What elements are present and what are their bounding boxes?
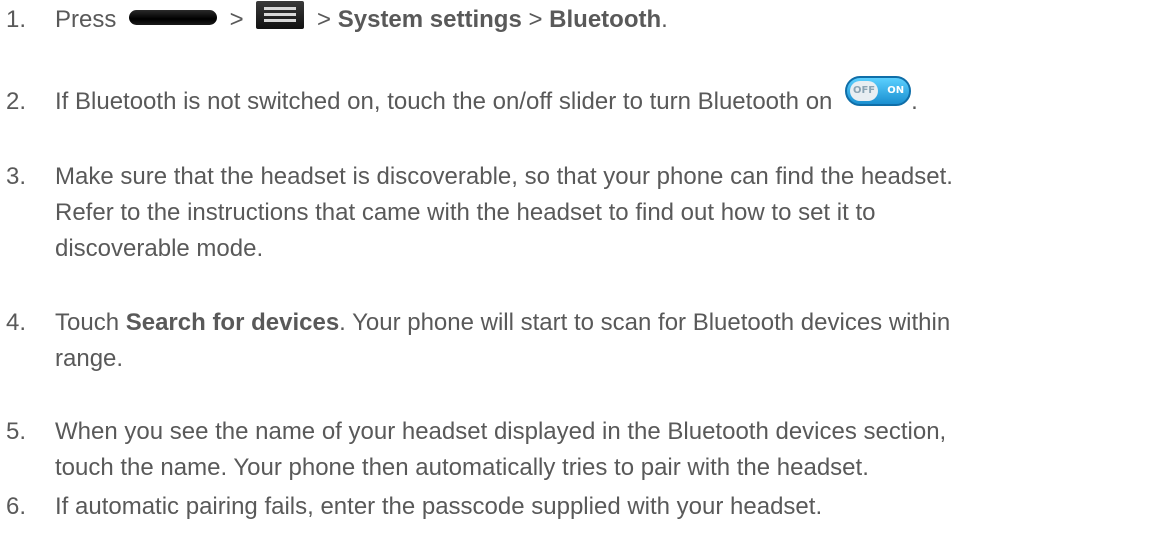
press-text: Press (55, 6, 124, 33)
step-text: If Bluetooth is not switched on, touch t… (55, 75, 1152, 120)
step-3: 3. Make sure that the headset is discove… (6, 159, 1152, 267)
separator: > (521, 6, 550, 33)
step-4: 4. Touch Search for devices. Your phone … (6, 305, 1152, 377)
on-off-slider-icon: OFF ON (845, 75, 912, 106)
bluetooth-label: Bluetooth (549, 6, 662, 33)
step-number: 6. (6, 493, 27, 520)
step-number: 5. (6, 418, 27, 445)
toggle-on-label: ON (887, 84, 905, 96)
search-for-devices-label: Search for devices (125, 309, 340, 336)
step-1: 1. Press > > System settings > Bluetooth… (6, 0, 1152, 38)
step-text: When you see the name of your headset di… (55, 418, 947, 481)
menu-key-icon (256, 0, 305, 29)
step-4-pre: Touch (55, 309, 126, 336)
separator: > (310, 6, 338, 33)
step-5: 5. When you see the name of your headset… (6, 414, 1152, 486)
step-2: 2. If Bluetooth is not switched on, touc… (6, 75, 1152, 120)
separator: > (223, 6, 251, 33)
period: . (661, 6, 668, 33)
toggle-off-label: OFF (850, 80, 879, 101)
instruction-steps: 1. Press > > System settings > Bluetooth… (0, 0, 1162, 544)
period: . (911, 88, 918, 115)
step-number: 1. (6, 6, 27, 33)
step-text: Press > > System settings > Bluetooth. (55, 0, 1152, 38)
step-number: 3. (6, 163, 27, 190)
home-key-icon (129, 10, 218, 26)
step-number: 4. (6, 309, 27, 336)
step-2-text: If Bluetooth is not switched on, touch t… (55, 88, 840, 115)
step-text: If automatic pairing fails, enter the pa… (55, 493, 823, 520)
step-number: 2. (6, 88, 27, 115)
step-text: Make sure that the headset is discoverab… (55, 163, 953, 262)
step-text: Touch Search for devices. Your phone wil… (55, 305, 1152, 377)
step-6: 6. If automatic pairing fails, enter the… (6, 489, 1152, 525)
system-settings-label: System settings (337, 6, 522, 33)
